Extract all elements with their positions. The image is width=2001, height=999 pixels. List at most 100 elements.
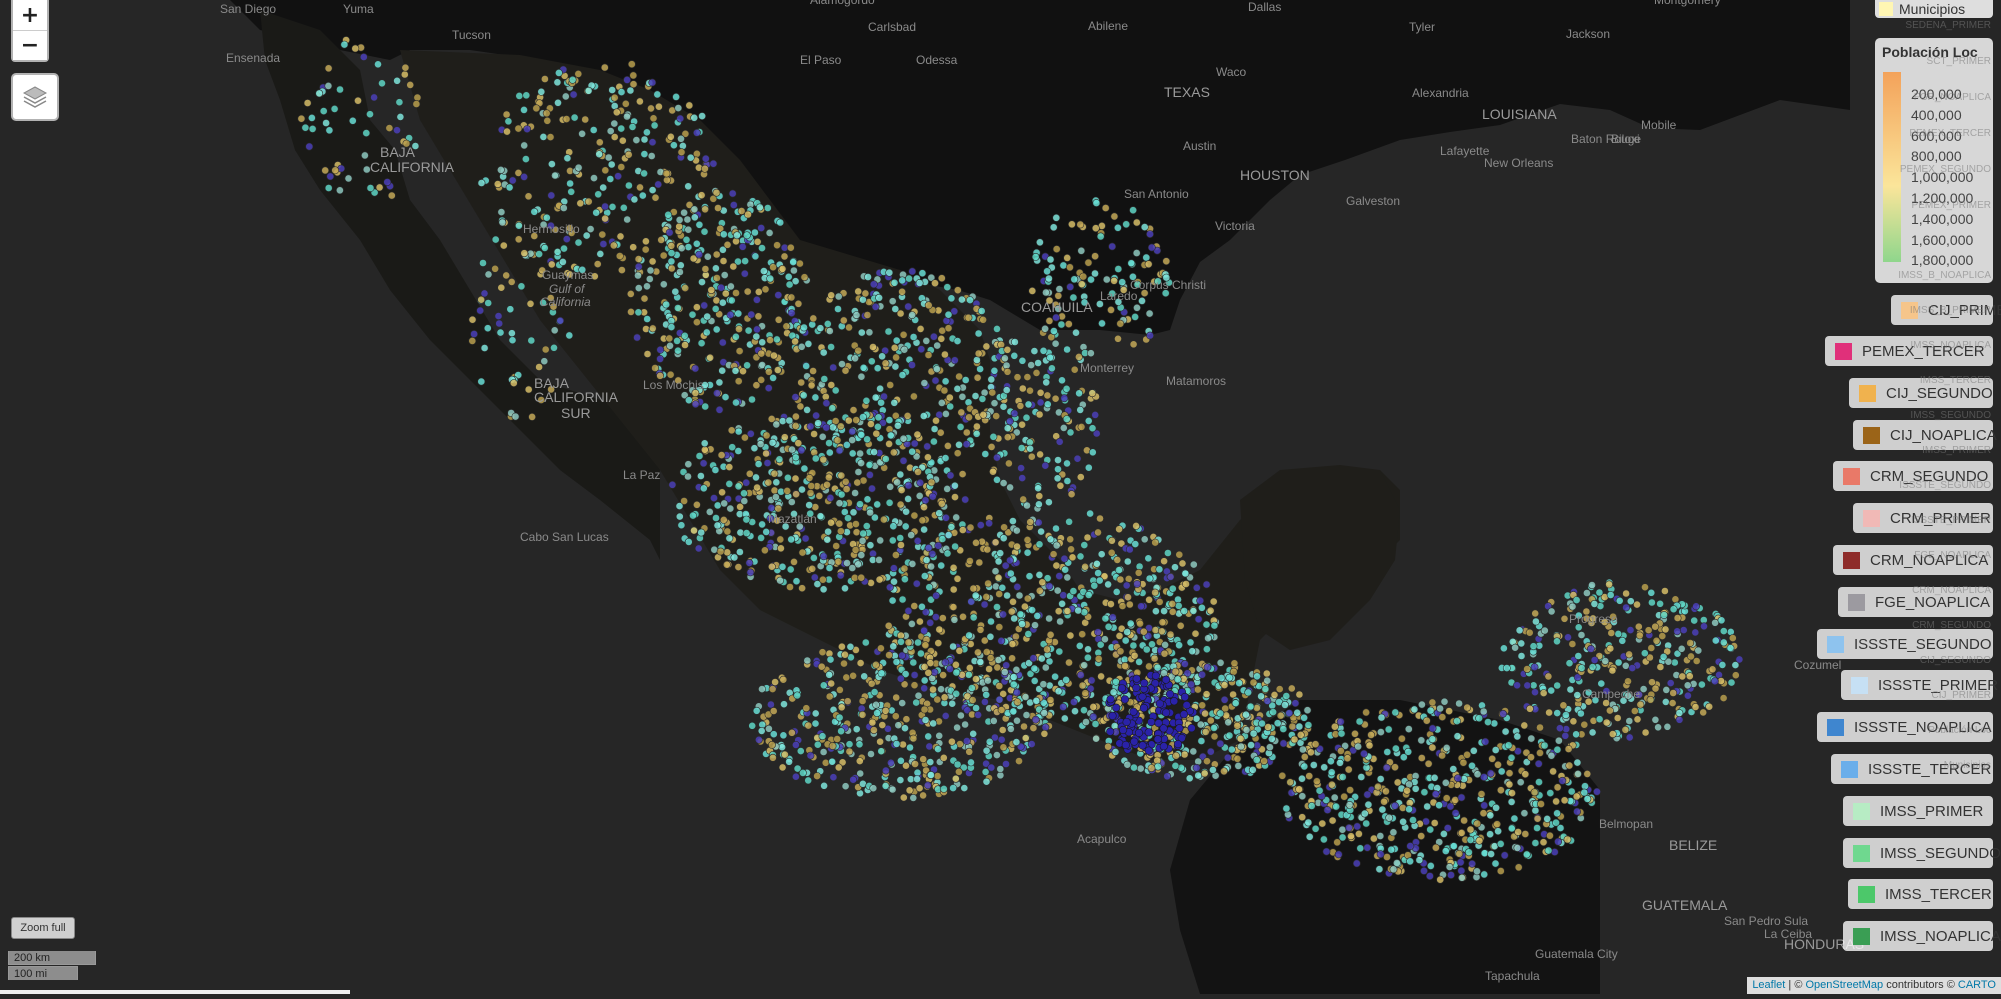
locality-marker[interactable] [1192, 583, 1201, 592]
locality-marker[interactable] [586, 225, 595, 233]
locality-marker[interactable] [955, 646, 964, 655]
locality-marker[interactable] [900, 345, 909, 354]
locality-marker[interactable] [1092, 734, 1100, 743]
locality-marker[interactable] [1466, 836, 1475, 844]
locality-marker[interactable] [479, 259, 487, 267]
locality-marker[interactable] [1175, 550, 1184, 559]
locality-marker[interactable] [1303, 706, 1312, 715]
locality-marker[interactable] [910, 602, 919, 610]
locality-marker[interactable] [1275, 685, 1284, 693]
locality-marker[interactable] [827, 343, 835, 351]
locality-marker[interactable] [812, 411, 820, 420]
locality-marker[interactable] [617, 88, 626, 96]
locality-marker[interactable] [898, 595, 907, 604]
locality-marker[interactable] [584, 197, 593, 206]
locality-marker[interactable] [1332, 802, 1340, 811]
locality-marker[interactable] [932, 416, 940, 425]
locality-marker[interactable] [934, 639, 943, 647]
locality-marker[interactable] [865, 460, 874, 469]
locality-marker[interactable] [1070, 365, 1079, 374]
locality-marker[interactable] [1595, 588, 1604, 597]
locality-marker[interactable] [933, 341, 942, 350]
locality-marker[interactable] [1328, 780, 1336, 789]
locality-marker[interactable] [859, 529, 868, 538]
locality-marker[interactable] [928, 492, 937, 501]
locality-marker[interactable] [674, 104, 683, 112]
locality-marker[interactable] [542, 109, 551, 118]
locality-marker[interactable] [840, 659, 848, 668]
locality-marker[interactable] [948, 737, 956, 746]
locality-marker[interactable] [1453, 732, 1462, 741]
locality-marker[interactable] [1636, 700, 1645, 709]
locality-marker[interactable] [1533, 824, 1541, 832]
locality-marker[interactable] [550, 343, 558, 352]
locality-marker[interactable] [881, 359, 890, 368]
locality-marker[interactable] [1188, 647, 1197, 656]
locality-marker[interactable] [370, 93, 378, 102]
locality-marker[interactable] [646, 266, 655, 275]
locality-marker[interactable] [1058, 599, 1066, 608]
locality-marker[interactable] [546, 133, 555, 141]
locality-marker[interactable] [823, 319, 832, 328]
locality-marker[interactable] [757, 224, 766, 232]
locality-marker[interactable] [649, 114, 658, 123]
locality-marker[interactable] [753, 325, 761, 334]
locality-marker[interactable] [1497, 786, 1505, 795]
locality-marker[interactable] [955, 372, 963, 381]
locality-marker[interactable] [1194, 615, 1203, 624]
locality-marker[interactable] [1220, 695, 1229, 704]
locality-marker[interactable] [774, 315, 783, 324]
locality-marker[interactable] [752, 706, 761, 715]
locality-marker[interactable] [676, 114, 685, 123]
locality-marker[interactable] [1507, 753, 1516, 762]
locality-marker[interactable] [655, 102, 663, 111]
locality-marker[interactable] [849, 671, 857, 680]
locality-marker[interactable] [626, 86, 635, 95]
locality-marker[interactable] [896, 500, 905, 509]
locality-marker[interactable] [542, 213, 551, 222]
locality-marker[interactable] [1500, 851, 1509, 860]
locality-marker[interactable] [1505, 780, 1514, 789]
locality-marker[interactable] [701, 445, 709, 454]
locality-marker[interactable] [297, 114, 306, 123]
locality-marker[interactable] [982, 593, 991, 601]
locality-marker[interactable] [1166, 630, 1175, 639]
locality-marker[interactable] [657, 235, 666, 244]
locality-marker[interactable] [848, 564, 857, 572]
locality-marker[interactable] [1137, 602, 1145, 611]
locality-marker[interactable] [520, 106, 528, 114]
locality-marker[interactable] [612, 108, 621, 117]
locality-marker[interactable] [866, 470, 874, 479]
locality-marker[interactable] [1094, 628, 1102, 637]
locality-marker[interactable] [1428, 743, 1437, 752]
locality-marker[interactable] [1140, 223, 1149, 231]
locality-marker[interactable] [1658, 632, 1667, 640]
locality-marker[interactable] [615, 252, 624, 260]
locality-marker[interactable] [1708, 665, 1717, 674]
locality-marker[interactable] [769, 263, 777, 272]
locality-marker[interactable] [1123, 760, 1132, 769]
locality-marker[interactable] [1051, 672, 1059, 681]
locality-marker[interactable] [953, 449, 962, 458]
locality-marker[interactable] [892, 740, 901, 748]
locality-marker[interactable] [937, 685, 945, 694]
locality-marker[interactable] [904, 607, 913, 615]
locality-marker[interactable] [1036, 450, 1044, 459]
locality-marker[interactable] [851, 354, 859, 363]
locality-marker[interactable] [828, 757, 837, 766]
locality-marker[interactable] [684, 472, 692, 481]
locality-marker[interactable] [834, 557, 843, 566]
locality-marker[interactable] [923, 442, 932, 451]
locality-marker[interactable] [1233, 721, 1242, 730]
locality-marker[interactable] [628, 123, 637, 131]
locality-marker[interactable] [1711, 636, 1720, 645]
locality-marker[interactable] [782, 322, 791, 331]
locality-marker[interactable] [1027, 361, 1036, 369]
locality-marker[interactable] [820, 781, 828, 790]
locality-marker[interactable] [1121, 740, 1130, 750]
locality-marker[interactable] [1076, 220, 1085, 229]
locality-marker[interactable] [1013, 688, 1021, 697]
locality-marker[interactable] [493, 180, 502, 188]
locality-marker[interactable] [985, 519, 993, 528]
locality-marker[interactable] [1012, 526, 1021, 535]
